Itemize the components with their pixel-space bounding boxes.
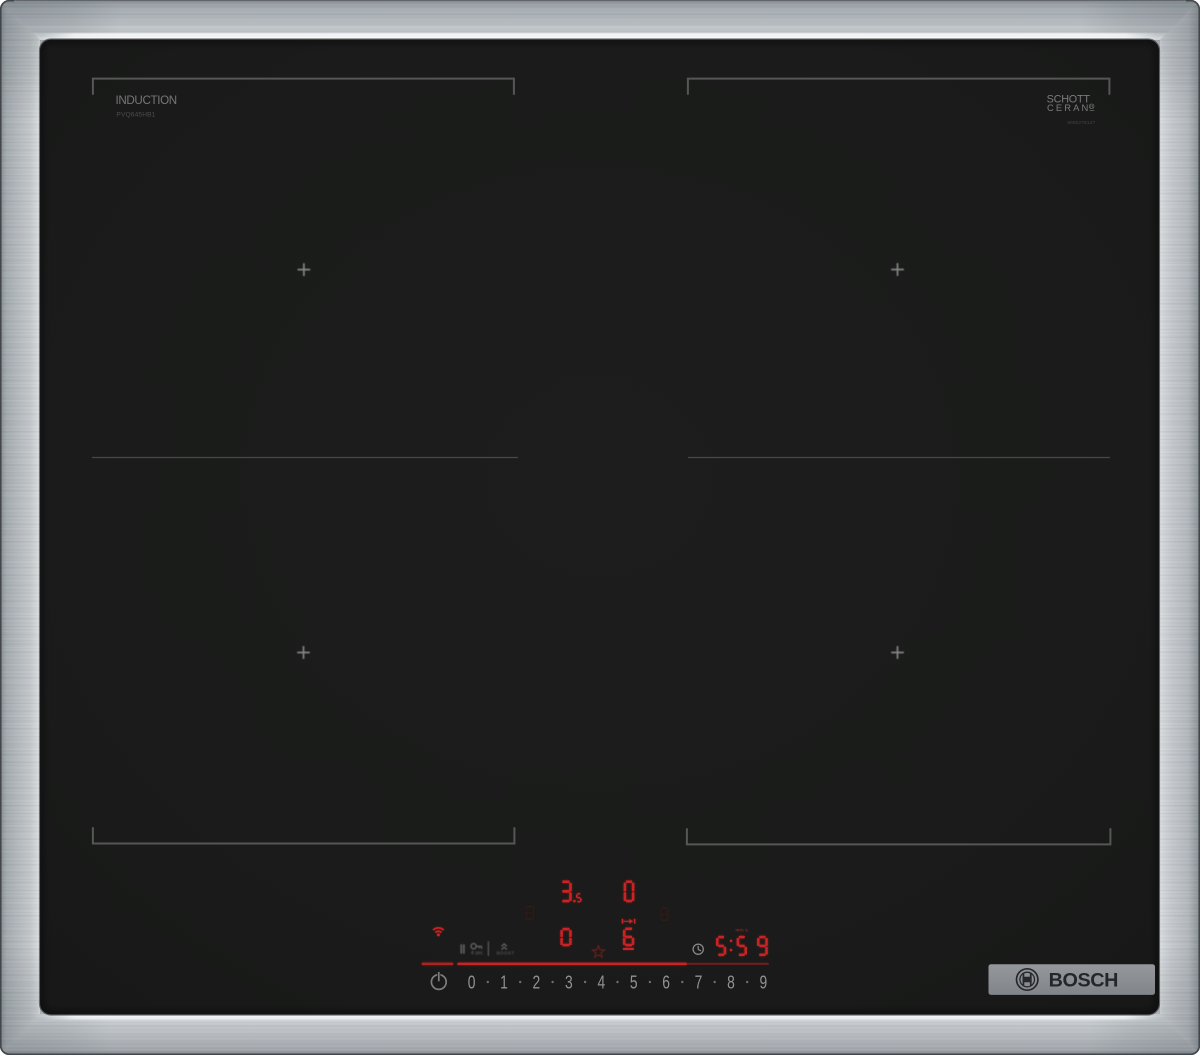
svg-text:min s: min s (736, 927, 749, 932)
svg-text:9: 9 (760, 973, 768, 993)
svg-text:INDUCTION: INDUCTION (116, 94, 177, 107)
svg-text:R: R (1090, 104, 1093, 109)
svg-text:BOSCH: BOSCH (1049, 970, 1118, 992)
svg-text:7: 7 (695, 973, 703, 993)
svg-text:3: 3 (565, 973, 573, 993)
svg-text:CERAN: CERAN (1047, 102, 1090, 113)
svg-text:5: 5 (630, 973, 638, 993)
svg-text:8: 8 (727, 973, 735, 993)
svg-text:BOOST: BOOST (497, 950, 515, 955)
svg-text:0: 0 (468, 973, 476, 993)
svg-text:2: 2 (533, 973, 541, 993)
svg-text:1: 1 (500, 973, 508, 993)
svg-text:9000278147: 9000278147 (1067, 120, 1095, 125)
svg-text:6: 6 (662, 973, 670, 993)
svg-text:4: 4 (597, 973, 605, 993)
svg-text:PVQ645HB1: PVQ645HB1 (116, 111, 155, 118)
svg-text:4 sec: 4 sec (471, 950, 484, 956)
